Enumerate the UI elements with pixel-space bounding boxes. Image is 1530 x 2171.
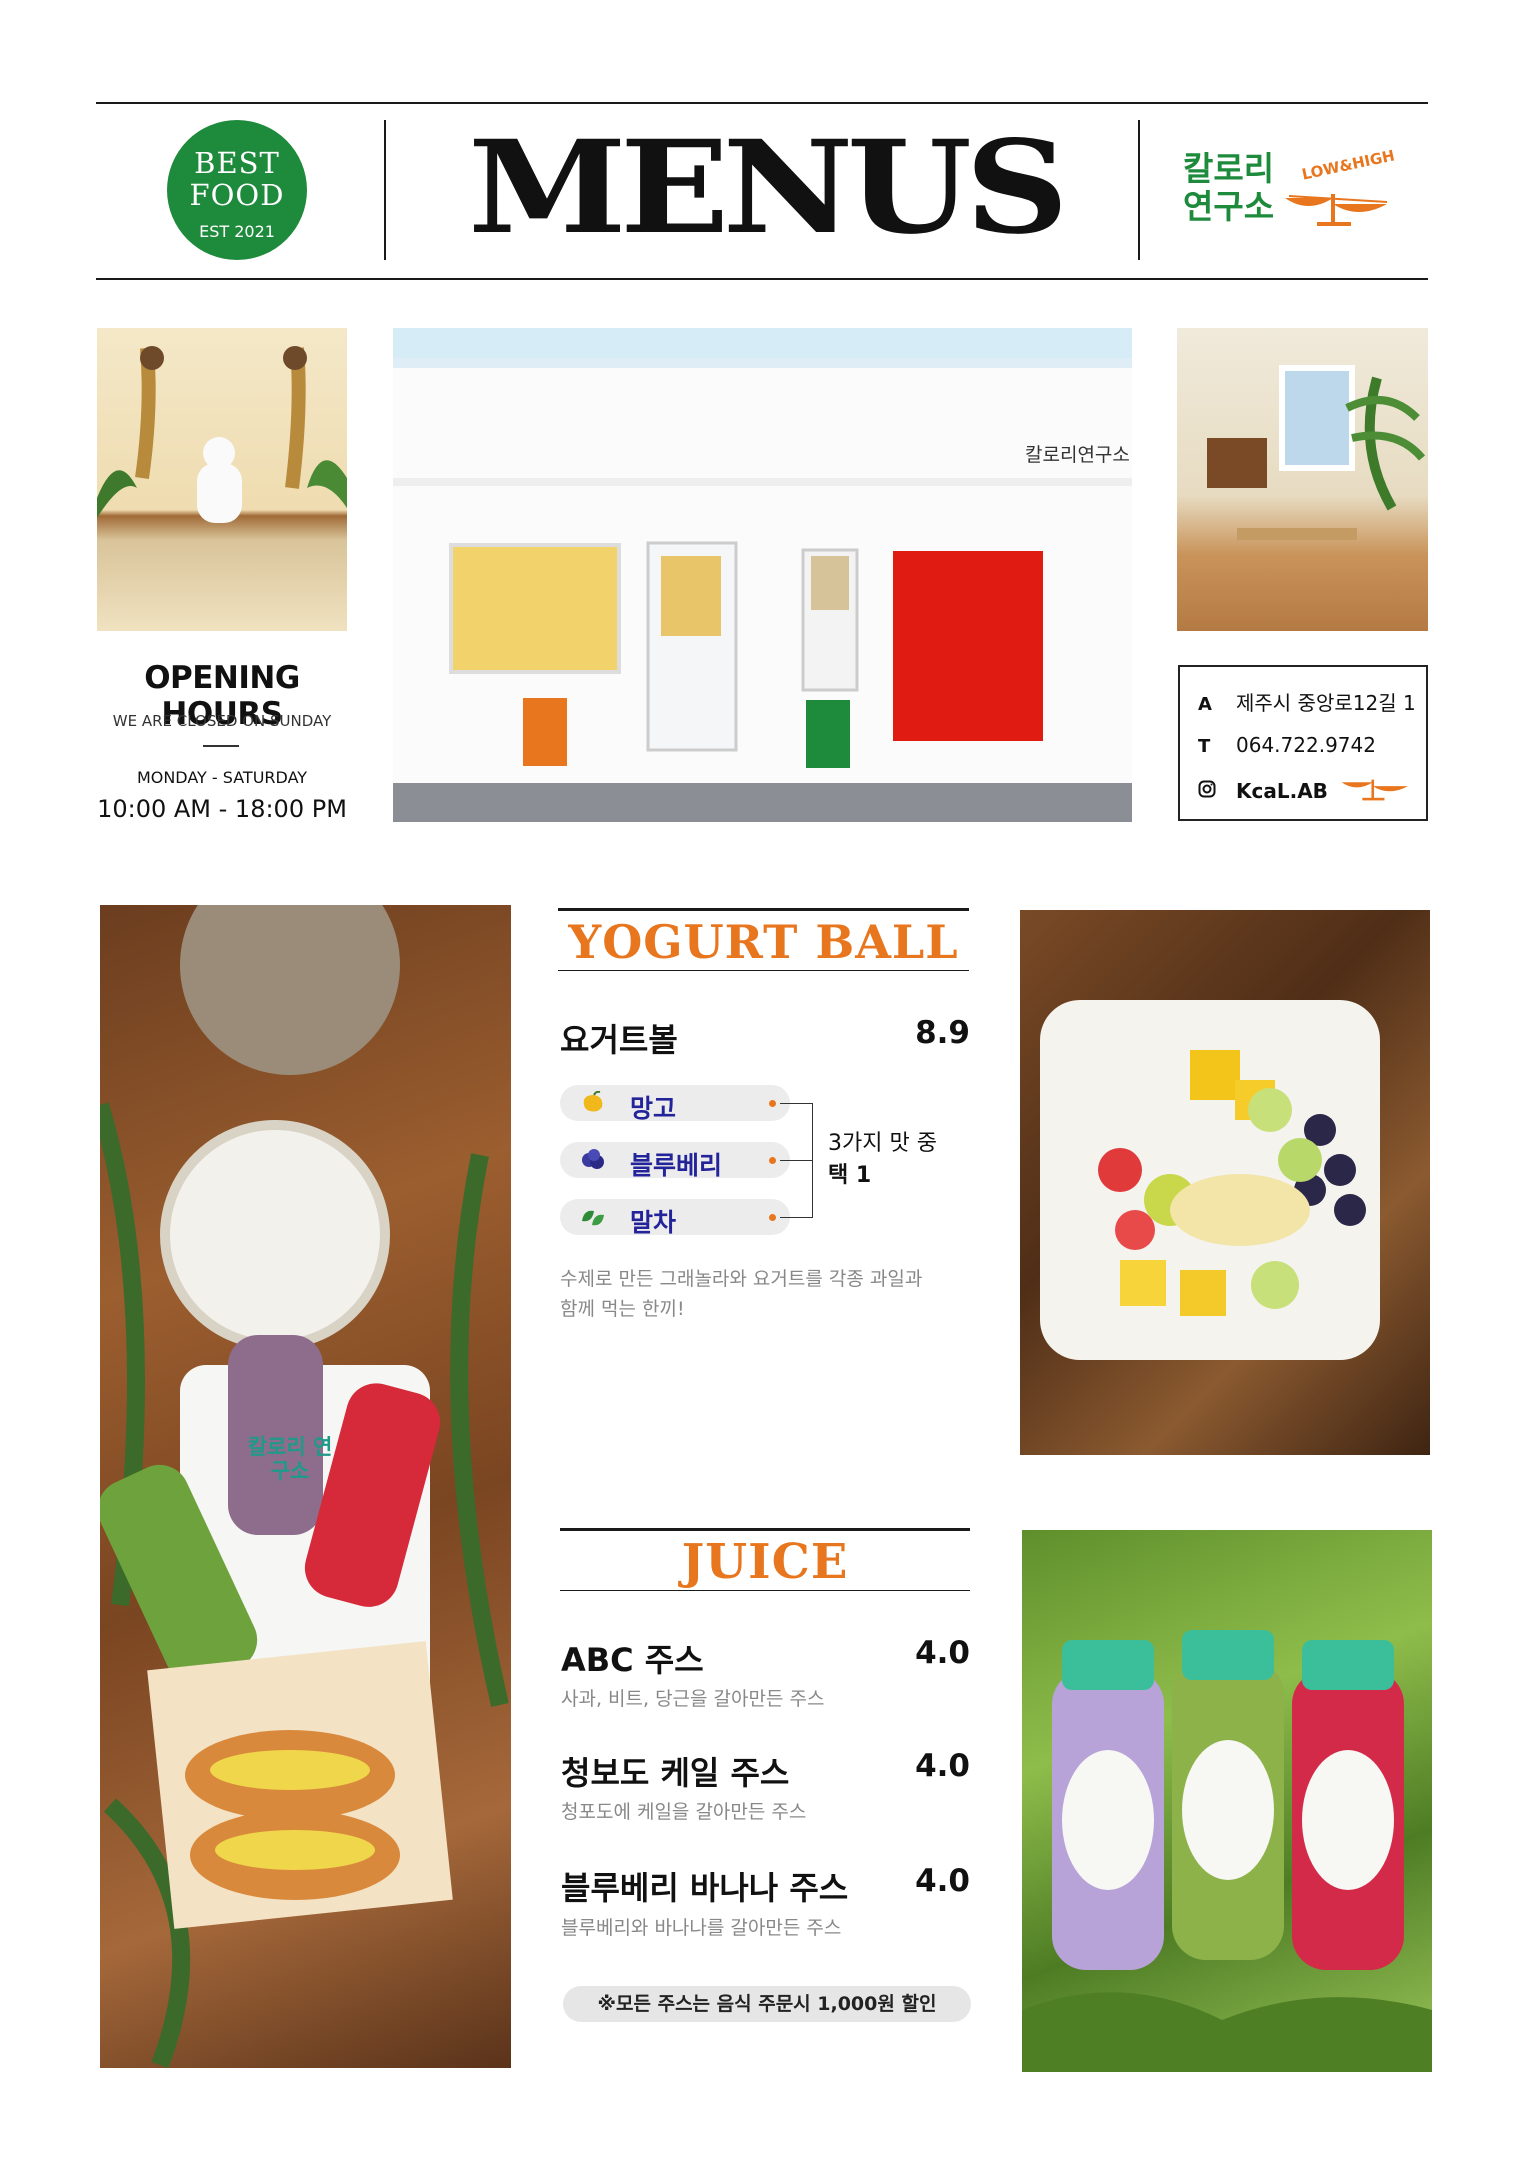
badge-line1: BEST [194, 146, 280, 180]
flavor-label: 말차 [630, 1208, 677, 1237]
opening-days: MONDAY - SATURDAY [136, 768, 308, 787]
flavor-label: 블루베리 [630, 1151, 723, 1180]
brand-name: 칼로리 연구소 [1183, 150, 1274, 226]
interior-photo-right [1177, 328, 1428, 631]
yogurt-bowl-photo [1020, 910, 1430, 1455]
contact-box: A 제주시 중앙로12길 1 T 064.722.9742 KcaL.AB [1178, 665, 1428, 821]
juice-item-desc: 청포도에 케일을 갈아만든 주스 [561, 1801, 807, 1823]
address-text: 제주시 중앙로12길 1 [1236, 691, 1416, 715]
yogurt-price: 8.9 [915, 1015, 970, 1051]
choice-bracket [780, 1103, 812, 1104]
juice-item-price: 4.0 [915, 1863, 970, 1899]
yogurt-description: 수제로 만든 그래놀라와 요거트를 각종 과일과 함께 먹는 한끼! [560, 1264, 922, 1324]
juice-and-sandwich-photo: 칼로리 연구소 [100, 905, 511, 2068]
juice-item-name: 청보도 케일 주스 [561, 1754, 790, 1792]
flavor-option-matcha[interactable]: 말차 [560, 1199, 790, 1237]
flavor-option-mango[interactable]: 망고 [560, 1085, 790, 1123]
brand-tag: LOW&HIGH [1300, 146, 1397, 184]
opening-time: 10:00 AM - 18:00 PM [97, 795, 347, 823]
address-row: A 제주시 중앙로12길 1 [1198, 687, 1416, 716]
juice-top-rule [560, 1528, 970, 1531]
header-bottom-rule [96, 278, 1428, 280]
interior-photo-left [97, 328, 347, 631]
blueberry-icon [580, 1148, 606, 1178]
storefront-photo: 칼로리연구소 [393, 328, 1132, 822]
brand-name-line2: 연구소 [1183, 187, 1275, 226]
discount-note: ※모든 주스는 음식 주문시 1,000원 할인 [563, 1986, 971, 2022]
flavor-option-blueberry[interactable]: 블루베리 [560, 1142, 790, 1180]
juice-bottles-photo [1022, 1530, 1432, 2072]
juice-item-desc: 블루베리와 바나나를 갈아만든 주스 [561, 1917, 842, 1939]
juice-item-desc: 사과, 비트, 당근을 갈아만든 주스 [561, 1688, 825, 1710]
instagram-handle[interactable]: KcaL.AB [1236, 779, 1328, 803]
scale-logo-icon [1285, 194, 1388, 226]
yogurt-top-rule [558, 908, 969, 911]
best-food-badge: BEST FOOD EST 2021 [167, 120, 307, 260]
flavor-dot [769, 1100, 776, 1107]
flavor-dot [769, 1214, 776, 1221]
phone-text: 064.722.9742 [1236, 733, 1376, 757]
page-title: MENUS [468, 113, 1069, 263]
yogurt-description-line2: 함께 먹는 한끼! [560, 1298, 685, 1320]
badge-line3: EST 2021 [199, 222, 275, 241]
flavor-dot [769, 1157, 776, 1164]
bottle-label: 칼로리 연구소 [247, 1435, 333, 1483]
instagram-row: KcaL.AB [1198, 779, 1328, 803]
mango-icon [580, 1090, 606, 1121]
juice-item-name: 블루베리 바나나 주스 [561, 1869, 849, 1907]
choice-text-line2: 택 1 [828, 1163, 872, 1188]
phone-row: T 064.722.9742 [1198, 733, 1376, 757]
address-key: A [1198, 694, 1212, 715]
choice-bracket [780, 1160, 812, 1161]
yogurt-bottom-rule [558, 970, 969, 971]
juice-section-title: JUICE [681, 1534, 849, 1590]
choice-bracket [780, 1217, 812, 1218]
juice-item-price: 4.0 [915, 1748, 970, 1784]
yogurt-description-line1: 수제로 만든 그래놀라와 요거트를 각종 과일과 [560, 1268, 923, 1290]
juice-item-name: ABC 주스 [561, 1641, 704, 1679]
phone-key: T [1198, 736, 1211, 757]
yogurt-section-title: YOGURT BALL [568, 915, 959, 969]
juice-bottom-rule [560, 1590, 970, 1591]
choice-bracket [812, 1103, 813, 1218]
hours-divider [203, 745, 239, 747]
juice-item-price: 4.0 [915, 1635, 970, 1671]
header-top-rule [96, 102, 1428, 104]
brand-logo: 칼로리 연구소 LOW&HIGH [1183, 146, 1403, 240]
yogurt-name: 요거트볼 [560, 1021, 678, 1059]
scale-logo-icon [1341, 779, 1408, 801]
matcha-leaf-icon [580, 1205, 606, 1235]
choice-text-line1: 3가지 맛 중 [828, 1131, 937, 1156]
brand-name-line1: 칼로리 [1183, 149, 1275, 188]
flavor-label: 망고 [630, 1094, 677, 1123]
closed-note: WE ARE CLOSED ON SUNDAY [112, 712, 332, 730]
choice-text: 3가지 맛 중 택 1 [828, 1128, 937, 1192]
instagram-icon [1198, 780, 1236, 803]
badge-line2: FOOD [189, 178, 285, 212]
storefront-sign: 칼로리연구소 [1025, 444, 1130, 466]
